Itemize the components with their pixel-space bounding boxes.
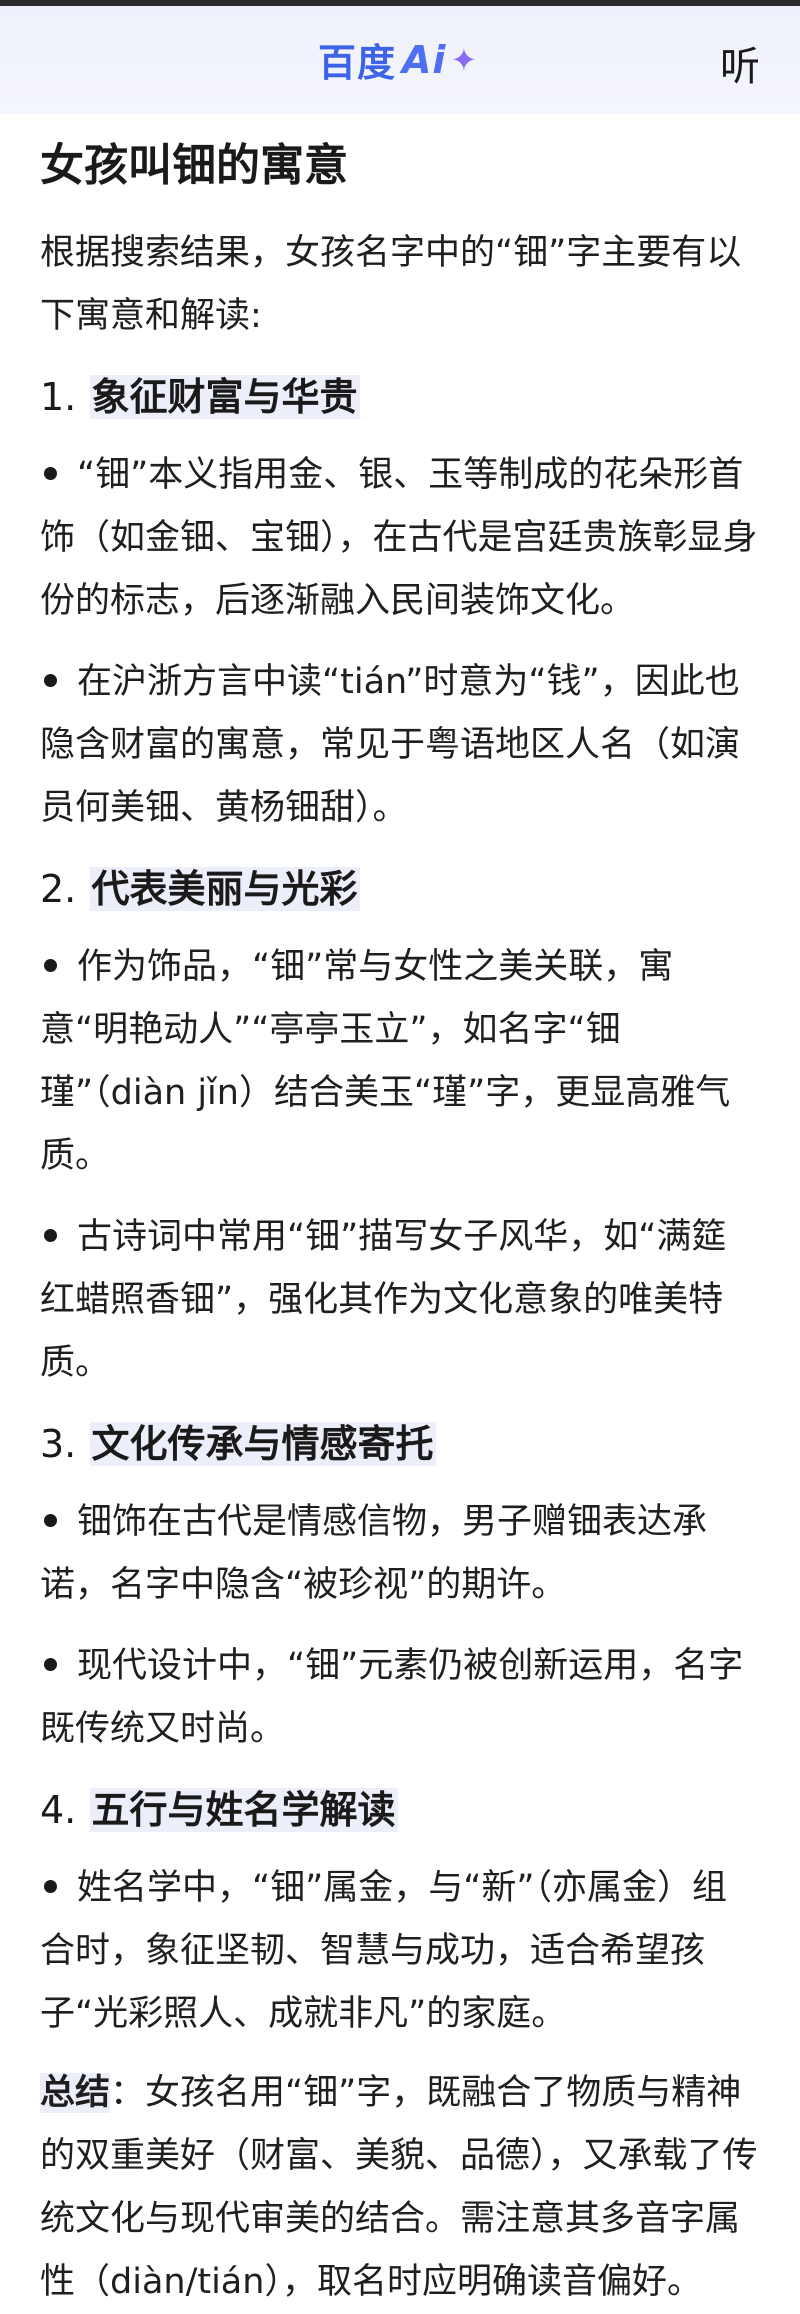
list-item: 作为饰品，“钿”常与女性之美关联，寓意“明艳动人”“亭亭玉立”，如名字“钿瑾”（… (40, 936, 760, 1188)
section-heading: 4. 五行与姓名学解读 (40, 1781, 760, 1839)
list-item: 钿饰在古代是情感信物，男子赠钿表达承诺，名字中隐含“被珍视”的期许。 (40, 1491, 760, 1617)
section-heading: 3. 文化传承与情感寄托 (40, 1415, 760, 1473)
logo-ai-text: Ai (402, 37, 447, 82)
bullet-icon (44, 673, 57, 687)
section-number: 1. (40, 375, 77, 419)
app-header: 百度 Ai ✦ 听 (0, 6, 800, 114)
bullet-icon (44, 1879, 57, 1893)
section-title: 象征财富与华贵 (89, 375, 360, 419)
section-title: 代表美丽与光彩 (89, 867, 360, 911)
list-item-text: 姓名学中，“钿”属金，与“新”（亦属金）组合时，象征坚韧、智慧与成功，适合希望孩… (40, 1868, 728, 2034)
bullet-icon (44, 1228, 57, 1242)
list-item-text: “钿”本义指用金、银、玉等制成的花朵形首饰（如金钿、宝钿），在古代是宫廷贵族彰显… (40, 455, 758, 621)
list-item-text: 在沪浙方言中读“tián”时意为“钱”，因此也隐含财富的寓意，常见于粤语地区人名… (40, 662, 741, 828)
section-number: 3. (40, 1422, 77, 1466)
logo-text: 百度 (318, 41, 397, 85)
bullet-icon (44, 958, 57, 972)
list-item-text: 钿饰在古代是情感信物，男子赠钿表达承诺，名字中隐含“被珍视”的期许。 (40, 1502, 708, 1605)
section-title: 五行与姓名学解读 (89, 1788, 398, 1832)
section-number: 4. (40, 1788, 77, 1832)
page-title: 女孩叫钿的寓意 (40, 140, 348, 191)
list-item-text: 现代设计中，“钿”元素仍被创新运用，名字既传统又时尚。 (40, 1646, 744, 1749)
list-item: 古诗词中常用“钿”描写女子风华，如“满筵红蜡照香钿”，强化其作为文化意象的唯美特… (40, 1206, 760, 1395)
list-item-text: 古诗词中常用“钿”描写女子风华，如“满筵红蜡照香钿”，强化其作为文化意象的唯美特… (40, 1217, 727, 1383)
summary-paragraph: 总结：女孩名用“钿”字，既融合了物质与精神的双重美好（财富、美貌、品德），又承载… (40, 2062, 760, 2314)
summary-text: ：女孩名用“钿”字，既融合了物质与精神的双重美好（财富、美貌、品德），又承载了传… (40, 2073, 758, 2302)
answer-content: 女孩叫钿的寓意 根据搜索结果，女孩名字中的“钿”字主要有以下寓意和解读: 1. … (40, 114, 760, 2314)
listen-button[interactable]: 听 (720, 34, 760, 92)
section-heading: 1. 象征财富与华贵 (40, 368, 760, 426)
summary-label: 总结 (40, 2073, 111, 2113)
baidu-ai-logo[interactable]: 百度 Ai ✦ (318, 32, 478, 87)
bullet-icon (44, 466, 57, 480)
intro-paragraph: 根据搜索结果，女孩名字中的“钿”字主要有以下寓意和解读: (40, 233, 742, 336)
list-item-text: 作为饰品，“钿”常与女性之美关联，寓意“明艳动人”“亭亭玉立”，如名字“钿瑾”（… (40, 947, 731, 1176)
sparkle-icon: ✦ (450, 40, 479, 79)
list-item: 在沪浙方言中读“tián”时意为“钱”，因此也隐含财富的寓意，常见于粤语地区人名… (40, 651, 760, 840)
list-item: 姓名学中，“钿”属金，与“新”（亦属金）组合时，象征坚韧、智慧与成功，适合希望孩… (40, 1857, 760, 2046)
bullet-icon (44, 1513, 57, 1527)
bullet-icon (44, 1657, 57, 1671)
section-number: 2. (40, 867, 77, 911)
section-heading: 2. 代表美丽与光彩 (40, 860, 760, 918)
list-item: 现代设计中，“钿”元素仍被创新运用，名字既传统又时尚。 (40, 1635, 760, 1761)
list-item: “钿”本义指用金、银、玉等制成的花朵形首饰（如金钿、宝钿），在古代是宫廷贵族彰显… (40, 444, 760, 633)
section-title: 文化传承与情感寄托 (89, 1422, 436, 1466)
